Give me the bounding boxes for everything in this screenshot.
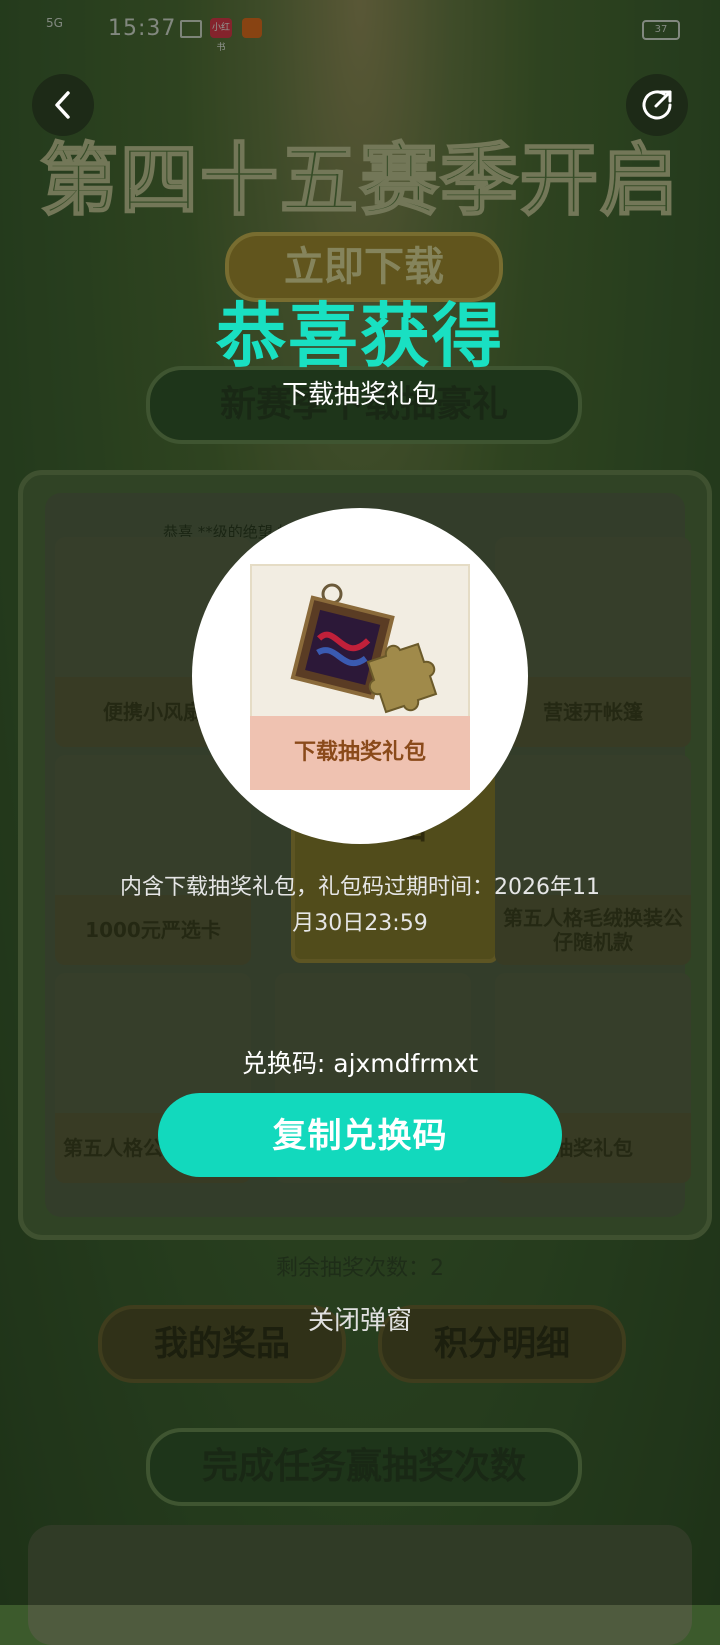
share-icon (642, 90, 672, 120)
close-modal-link[interactable]: 关闭弹窗 (0, 1300, 720, 1337)
redeem-code-line: 兑换码: ajxmdfrmxt (0, 1044, 720, 1080)
prize-description: 内含下载抽奖礼包，礼包码过期时间：2026年11月30日23:59 (120, 875, 600, 936)
prize-art-label: 下载抽奖礼包 (250, 716, 470, 790)
pendant-puzzle-icon (290, 583, 438, 714)
share-button[interactable] (626, 74, 688, 136)
redeem-code-value[interactable]: ajxmdfrmxt (333, 1049, 478, 1078)
back-button[interactable] (32, 74, 94, 136)
copy-code-button[interactable]: 复制兑换码 (158, 1093, 562, 1177)
prize-image-circle: 下载抽奖礼包 (192, 508, 528, 844)
chevron-left-icon (55, 91, 70, 119)
prize-image: 下载抽奖礼包 (250, 564, 470, 790)
congrats-title: 恭喜获得 (216, 295, 504, 377)
redeem-code-label: 兑换码: (241, 1049, 334, 1078)
prize-modal: 恭喜获得 下载抽奖礼包 下载抽奖礼包 内含下载抽奖礼包，礼包码过期时间：2026… (0, 0, 720, 1605)
prize-name: 下载抽奖礼包 (281, 380, 438, 410)
